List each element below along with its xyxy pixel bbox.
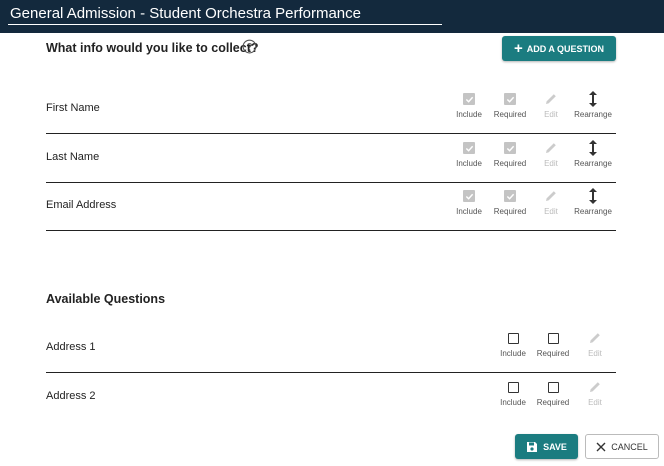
vertical-arrows-icon: [589, 91, 597, 107]
help-icon[interactable]: [242, 39, 257, 54]
edit-button[interactable]: Edit: [531, 89, 571, 125]
rearrange-handle[interactable]: Rearrange: [573, 89, 613, 125]
checkbox-icon: [547, 381, 559, 393]
edit-button[interactable]: Edit: [575, 328, 615, 364]
question-label: Address 2: [46, 390, 96, 402]
available-heading: Available Questions: [46, 292, 166, 306]
question-label: Address 1: [46, 341, 96, 353]
top-bar: General Admission - Student Orchestra Pe…: [0, 0, 664, 33]
vertical-arrows-icon: [589, 140, 597, 156]
collect-heading: What info would you like to collect?: [46, 41, 259, 55]
edit-button[interactable]: Edit: [531, 186, 571, 222]
available-row-address-2: Address 2 Include Required Edit: [46, 373, 616, 422]
checkbox-icon: [507, 332, 519, 344]
cancel-label: CANCEL: [611, 441, 648, 452]
question-label: First Name: [46, 102, 100, 114]
available-row-address-1: Address 1 Include Required Edit: [46, 324, 616, 373]
include-caption: Include: [456, 110, 482, 119]
question-row-email-address: Email Address Include Required Edit Rear…: [46, 182, 616, 231]
rearrange-caption: Rearrange: [574, 110, 612, 119]
pencil-icon: [590, 382, 600, 392]
include-toggle[interactable]: Include: [449, 138, 489, 174]
add-question-button[interactable]: + ADD A QUESTION: [502, 36, 616, 61]
required-toggle[interactable]: Required: [490, 186, 530, 222]
pencil-icon: [546, 94, 556, 104]
required-checkbox[interactable]: Required: [533, 328, 573, 364]
include-caption: Include: [500, 398, 526, 407]
rearrange-handle[interactable]: Rearrange: [573, 186, 613, 222]
edit-button[interactable]: Edit: [575, 377, 615, 413]
question-row-first-name: First Name Include Required Edit Rearran…: [46, 85, 616, 134]
rearrange-handle[interactable]: Rearrange: [573, 138, 613, 174]
rearrange-caption: Rearrange: [574, 159, 612, 168]
floppy-disk-icon: [527, 441, 538, 452]
edit-caption: Edit: [588, 398, 602, 407]
required-toggle[interactable]: Required: [490, 89, 530, 125]
save-button[interactable]: SAVE: [515, 434, 578, 459]
checkbox-icon: [547, 332, 559, 344]
pencil-icon: [546, 191, 556, 201]
required-caption: Required: [493, 207, 527, 216]
question-label: Last Name: [46, 151, 100, 163]
edit-button[interactable]: Edit: [531, 138, 571, 174]
checked-box-icon: [463, 142, 475, 154]
page-title: General Admission - Student Orchestra Pe…: [10, 5, 361, 22]
required-caption: Required: [493, 110, 527, 119]
include-caption: Include: [456, 207, 482, 216]
checked-box-icon: [504, 93, 516, 105]
save-label: SAVE: [543, 441, 567, 452]
title-underline: [8, 24, 442, 25]
include-toggle[interactable]: Include: [449, 89, 489, 125]
checked-box-icon: [504, 190, 516, 202]
edit-caption: Edit: [544, 110, 558, 119]
checked-box-icon: [463, 190, 475, 202]
plus-icon: +: [513, 40, 523, 57]
close-icon: [596, 442, 606, 451]
required-caption: Required: [493, 159, 527, 168]
required-toggle[interactable]: Required: [490, 138, 530, 174]
edit-caption: Edit: [544, 159, 558, 168]
pencil-icon: [590, 333, 600, 343]
rearrange-caption: Rearrange: [574, 207, 612, 216]
include-toggle[interactable]: Include: [449, 186, 489, 222]
add-question-label: ADD A QUESTION: [526, 43, 605, 54]
cancel-button[interactable]: CANCEL: [585, 434, 659, 459]
question-row-last-name: Last Name Include Required Edit Rearrang…: [46, 134, 616, 183]
pencil-icon: [546, 143, 556, 153]
include-caption: Include: [456, 159, 482, 168]
vertical-arrows-icon: [589, 188, 597, 204]
checkbox-icon: [507, 381, 519, 393]
edit-caption: Edit: [544, 207, 558, 216]
include-checkbox[interactable]: Include: [493, 377, 533, 413]
include-caption: Include: [500, 349, 526, 358]
question-label: Email Address: [46, 199, 117, 211]
edit-caption: Edit: [588, 349, 602, 358]
checked-box-icon: [463, 93, 475, 105]
required-caption: Required: [536, 349, 570, 358]
required-caption: Required: [536, 398, 570, 407]
required-checkbox[interactable]: Required: [533, 377, 573, 413]
include-checkbox[interactable]: Include: [493, 328, 533, 364]
checked-box-icon: [504, 142, 516, 154]
